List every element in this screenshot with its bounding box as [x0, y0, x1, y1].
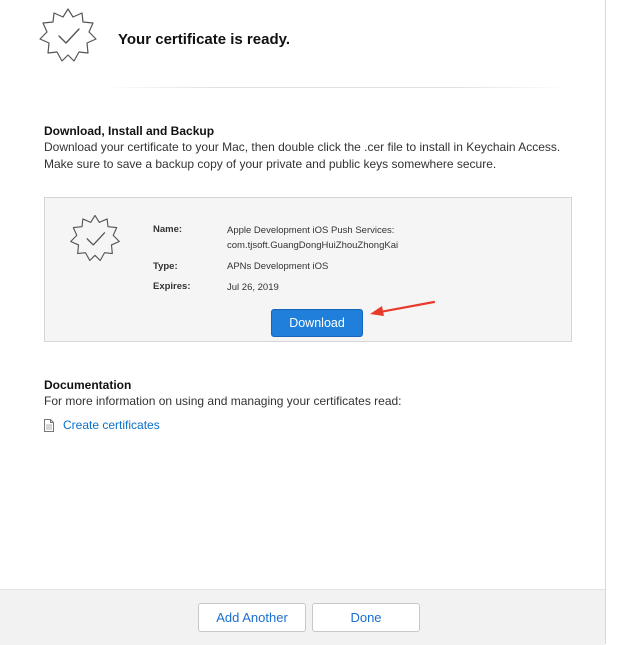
certificate-type-label: Type:: [153, 261, 178, 272]
certificate-expires-label: Expires:: [153, 281, 191, 292]
certificate-name-value-line-2: com.tjsoft.GuangDongHuiZhouZhongKai: [227, 240, 399, 251]
content-right-border: [605, 0, 606, 644]
download-button[interactable]: Download: [271, 309, 363, 337]
download-instructions-line-1: Download your certificate to your Mac, t…: [44, 140, 561, 154]
certificate-type-value: APNs Development iOS: [227, 261, 329, 272]
certificate-name-label: Name:: [153, 224, 183, 235]
certificate-check-icon: [70, 214, 120, 262]
certificate-name-value-line-1: Apple Development iOS Push Services:: [227, 225, 395, 236]
download-section-heading: Download, Install and Backup: [44, 124, 215, 138]
certificate-details-panel: Name: Apple Development iOS Push Service…: [44, 197, 572, 342]
create-certificates-link[interactable]: Create certificates: [63, 418, 160, 432]
certificate-expires-value: Jul 26, 2019: [227, 282, 279, 293]
header-divider: [100, 87, 570, 88]
dialog-footer: Add Another Done: [0, 589, 605, 645]
add-another-button[interactable]: Add Another: [198, 603, 306, 632]
documentation-text: For more information on using and managi…: [44, 394, 402, 408]
done-button[interactable]: Done: [312, 603, 420, 632]
document-icon: [44, 419, 54, 432]
page-title: Your certificate is ready.: [118, 31, 291, 48]
annotation-arrow-icon: [370, 300, 436, 316]
certificate-check-icon: [39, 8, 97, 62]
documentation-heading: Documentation: [44, 378, 132, 392]
download-instructions-line-2: Make sure to save a backup copy of your …: [44, 157, 497, 171]
